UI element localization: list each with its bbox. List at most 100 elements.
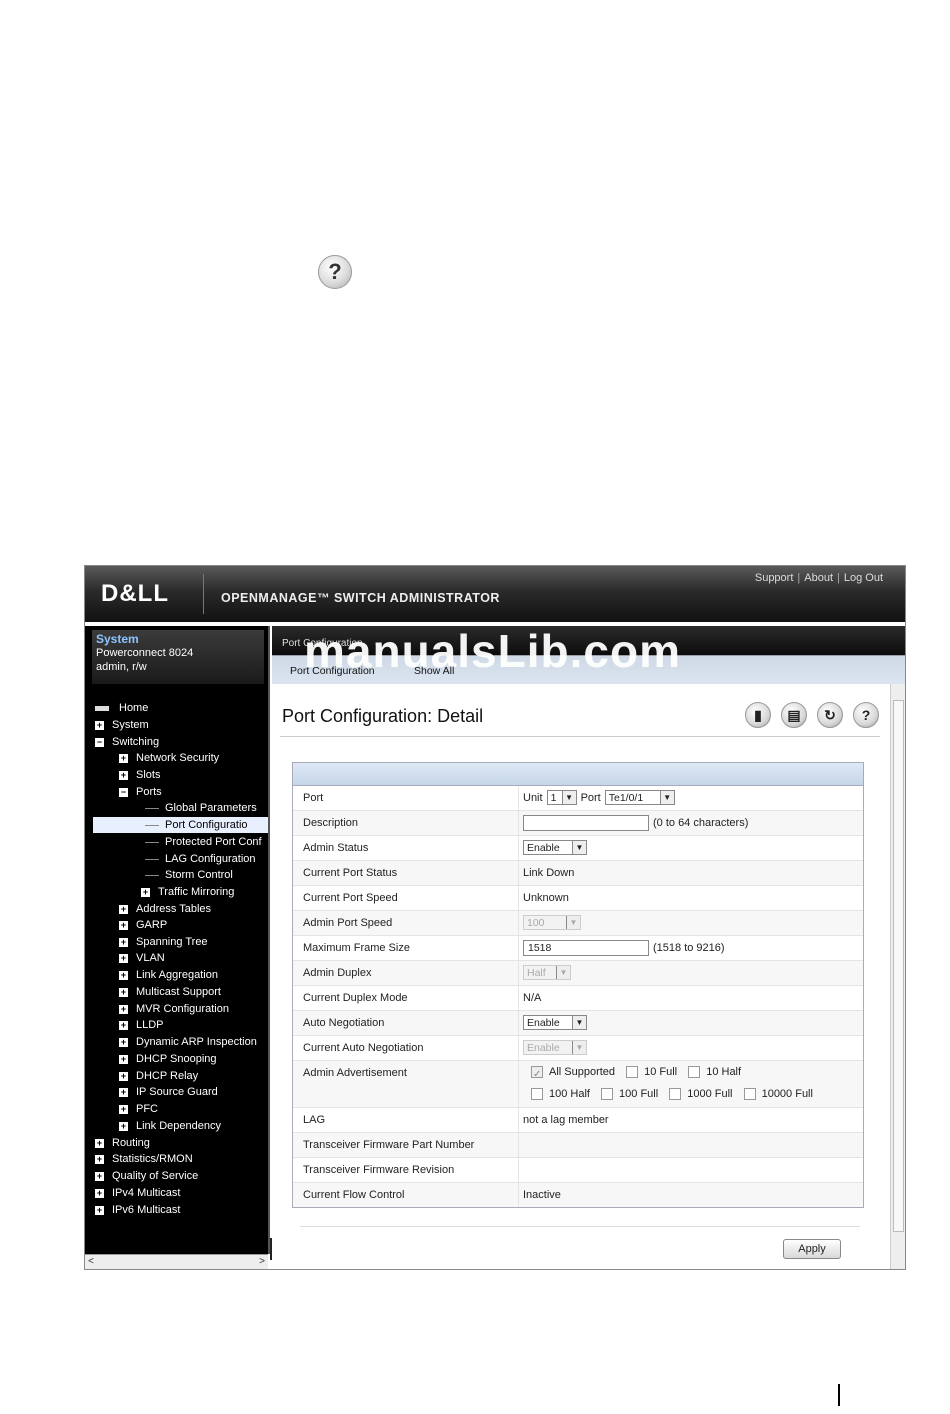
expand-icon[interactable]: + (119, 1104, 128, 1114)
nav-pfc[interactable]: + PFC (119, 1101, 158, 1117)
collapse-icon[interactable]: − (119, 787, 128, 797)
table-header (293, 763, 863, 786)
nav-protected-port[interactable]: Protected Port Conf (145, 834, 262, 850)
expand-icon[interactable]: + (95, 1171, 104, 1181)
nav-garp[interactable]: + GARP (119, 917, 167, 933)
nav-ipv4-multicast[interactable]: + IPv4 Multicast (95, 1185, 180, 1201)
expand-icon[interactable]: + (119, 937, 128, 947)
nav-lag-configuration[interactable]: LAG Configuration (145, 851, 256, 867)
unit-select[interactable]: 1 ▼ (546, 790, 577, 805)
nav-qos[interactable]: + Quality of Service (95, 1168, 198, 1184)
expand-icon[interactable]: + (95, 1138, 104, 1148)
nav-port-configuration[interactable]: Port Configuratio (93, 817, 268, 833)
logout-link[interactable]: Log Out (844, 572, 883, 584)
expand-icon[interactable]: + (119, 1087, 128, 1097)
expand-icon[interactable]: + (119, 753, 128, 763)
chevron-down-icon: ▼ (566, 916, 580, 929)
page-margin-mark (838, 1384, 840, 1406)
expand-icon[interactable]: + (95, 720, 104, 730)
nav-spanning-tree[interactable]: + Spanning Tree (119, 934, 208, 950)
expand-icon[interactable]: + (119, 1071, 128, 1081)
nav-home[interactable]: Home (95, 700, 148, 716)
admin-status-select[interactable]: Enable ▼ (523, 840, 587, 855)
apply-button[interactable]: Apply (783, 1239, 841, 1259)
nav-ports[interactable]: − Ports (119, 784, 162, 800)
scroll-thumb[interactable] (893, 700, 904, 1232)
nav-traffic-mirroring[interactable]: + Traffic Mirroring (141, 884, 234, 900)
tab-show-all[interactable]: Show All (414, 665, 454, 677)
tree-line (145, 858, 159, 860)
nav-global-parameters[interactable]: Global Parameters (145, 800, 257, 816)
expand-icon[interactable]: + (119, 920, 128, 930)
expand-icon[interactable]: + (95, 1154, 104, 1164)
content-vscrollbar[interactable] (890, 684, 905, 1269)
nav-dhcp-snooping[interactable]: + DHCP Snooping (119, 1051, 217, 1067)
print-icon[interactable]: ▤ (781, 702, 807, 728)
expand-icon[interactable]: + (95, 1205, 104, 1215)
support-link[interactable]: Support (755, 572, 794, 584)
save-icon[interactable]: ▮ (745, 702, 771, 728)
scroll-left-icon[interactable]: < (85, 1255, 97, 1268)
expand-icon[interactable]: + (119, 904, 128, 914)
description-input[interactable] (523, 815, 649, 831)
nav-ip-source-guard[interactable]: + IP Source Guard (119, 1084, 218, 1100)
expand-icon[interactable]: + (119, 1121, 128, 1131)
table-row: Transceiver Firmware Revision (293, 1158, 863, 1183)
nav-storm-control[interactable]: Storm Control (145, 867, 233, 883)
refresh-icon[interactable]: ↻ (817, 702, 843, 728)
nav-multicast-support[interactable]: + Multicast Support (119, 984, 221, 1000)
nav-mvr-configuration[interactable]: + MVR Configuration (119, 1001, 229, 1017)
expand-icon[interactable]: + (119, 987, 128, 997)
expand-icon[interactable]: + (119, 770, 128, 780)
nav-system[interactable]: + System (95, 717, 149, 733)
port-select[interactable]: Te1/0/1 ▼ (604, 790, 675, 805)
description-hint: (0 to 64 characters) (653, 817, 749, 829)
nav-routing[interactable]: + Routing (95, 1135, 150, 1151)
max-frame-input[interactable]: 1518 (523, 940, 649, 956)
expand-icon[interactable]: + (119, 1037, 128, 1047)
sidebar-hscrollbar[interactable]: < > (85, 1254, 268, 1269)
table-row: Current Flow Control Inactive (293, 1183, 863, 1207)
scroll-right-icon[interactable]: > (256, 1255, 268, 1268)
nav-slots[interactable]: + Slots (119, 767, 160, 783)
table-row: Admin Duplex Half ▼ (293, 961, 863, 986)
adv-line-2: 100 Half 100 Full 1000 Full 10000 Full (523, 1083, 863, 1105)
adv-all-checkbox[interactable] (531, 1064, 543, 1086)
nav-vlan[interactable]: + VLAN (119, 950, 165, 966)
adv-10000full-checkbox[interactable] (743, 1088, 756, 1101)
auto-neg-label: Auto Negotiation (293, 1011, 519, 1035)
adv-100half-checkbox[interactable] (531, 1088, 543, 1101)
help-icon[interactable]: ? (853, 702, 879, 728)
current-port-status-label: Current Port Status (293, 861, 519, 885)
nav-lldp[interactable]: + LLDP (119, 1017, 164, 1033)
system-title[interactable]: System (96, 632, 260, 646)
tab-port-configuration[interactable]: Port Configuration (290, 665, 375, 677)
expand-icon[interactable]: + (119, 1054, 128, 1064)
tree-line (145, 874, 159, 876)
nav-ipv6-multicast[interactable]: + IPv6 Multicast (95, 1202, 180, 1218)
help-icon: ? (318, 255, 352, 289)
expand-icon[interactable]: + (119, 1020, 128, 1030)
nav-switching[interactable]: − Switching (95, 734, 159, 750)
expand-icon[interactable]: + (119, 970, 128, 980)
auto-neg-select[interactable]: Enable ▼ (523, 1015, 587, 1030)
expand-icon[interactable]: + (95, 1188, 104, 1198)
adv-100full-checkbox[interactable] (601, 1088, 614, 1101)
nav-dhcp-relay[interactable]: + DHCP Relay (119, 1068, 198, 1084)
tree-line (145, 824, 159, 826)
collapse-icon[interactable]: − (95, 737, 104, 747)
adv-10full-checkbox[interactable] (626, 1066, 639, 1079)
about-link[interactable]: About (804, 572, 833, 584)
table-row: Transceiver Firmware Part Number (293, 1133, 863, 1158)
expand-icon[interactable]: + (119, 1004, 128, 1014)
nav-dynamic-arp[interactable]: + Dynamic ARP Inspection (119, 1034, 257, 1050)
nav-address-tables[interactable]: + Address Tables (119, 901, 211, 917)
expand-icon[interactable]: + (119, 953, 128, 963)
nav-statistics-rmon[interactable]: + Statistics/RMON (95, 1151, 193, 1167)
adv-1000full-checkbox[interactable] (669, 1088, 682, 1101)
nav-link-dependency[interactable]: + Link Dependency (119, 1118, 221, 1134)
adv-10half-checkbox[interactable] (688, 1066, 701, 1079)
nav-network-security[interactable]: + Network Security (119, 750, 219, 766)
expand-icon[interactable]: + (141, 887, 150, 897)
nav-link-aggregation[interactable]: + Link Aggregation (119, 967, 218, 983)
